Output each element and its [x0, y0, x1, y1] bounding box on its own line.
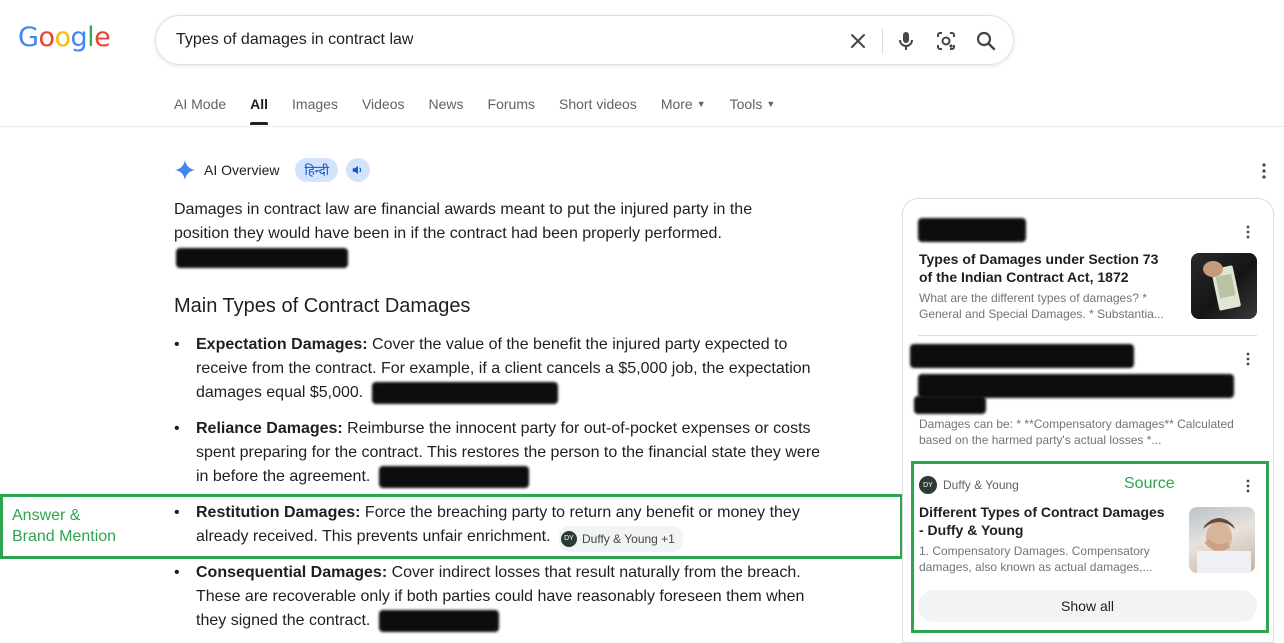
logo-letter: o [54, 22, 71, 53]
list-item: Expectation Damages: Cover the value of … [174, 333, 826, 405]
source-highlight-box [911, 461, 1269, 633]
redacted-site-name [910, 344, 1134, 368]
close-icon[interactable] [846, 29, 870, 53]
tab-label: Videos [361, 96, 405, 112]
source-title: Types of Damages under Section 73 of the… [919, 251, 1159, 285]
source-thumbnail[interactable] [1191, 253, 1257, 319]
mic-icon[interactable] [894, 29, 918, 53]
tab-label: News [428, 96, 464, 112]
source-snippet: Damages can be: * **Compensatory damages… [919, 417, 1234, 447]
logo-letter: g [70, 22, 88, 53]
logo-letter: e [94, 22, 111, 53]
tab-images[interactable]: Images [292, 96, 338, 126]
redacted-site-name [918, 218, 1026, 242]
money-image-icon [1203, 261, 1241, 311]
redacted-title [918, 374, 1234, 398]
redacted-citation [378, 465, 529, 488]
tab-tools[interactable]: Tools ▼ [730, 96, 776, 126]
source-snippet: What are the different types of damages?… [919, 291, 1164, 321]
redacted-citation [371, 381, 558, 404]
search-divider [882, 28, 883, 54]
redacted-title [914, 396, 986, 414]
logo-letter: G [18, 22, 39, 53]
search-input[interactable] [176, 31, 816, 49]
redacted-citation [176, 247, 348, 268]
ai-overview-title: AI Overview [204, 162, 280, 178]
more-options-icon[interactable] [1243, 224, 1253, 240]
item-term: Expectation Damages: [196, 336, 368, 353]
source-annotation-label: Source [1124, 475, 1175, 492]
list-item: Consequential Damages: Cover indirect lo… [174, 561, 826, 633]
answer-annotation-label: Answer & Brand Mention [12, 507, 117, 545]
chevron-down-icon: ▼ [766, 99, 776, 109]
tab-label: Tools [729, 96, 763, 112]
tab-label: Forums [487, 96, 535, 112]
ai-sparkle-icon [174, 159, 196, 181]
logo-letter: o [38, 22, 55, 53]
search-box[interactable] [155, 15, 1014, 65]
tab-label: More [660, 96, 693, 112]
google-logo[interactable]: Google [18, 22, 111, 53]
tab-ai-mode[interactable]: AI Mode [174, 96, 226, 126]
item-term: Reliance Damages: [196, 420, 343, 437]
listen-button[interactable] [346, 158, 371, 182]
item-term: Consequential Damages: [196, 564, 388, 581]
source-card-body[interactable]: Types of Damages under Section 73 of the… [919, 250, 1169, 322]
tab-label: Short videos [558, 96, 637, 112]
more-options-icon[interactable] [1243, 351, 1253, 367]
chevron-down-icon: ▼ [696, 99, 706, 109]
intro-text: Damages in contract law are financial aw… [174, 201, 753, 242]
tab-more[interactable]: More ▼ [661, 96, 706, 126]
tab-label: AI Mode [174, 96, 227, 112]
list-item: Reliance Damages: Reimburse the innocent… [174, 417, 826, 489]
answer-highlight-box [0, 494, 903, 559]
tab-news[interactable]: News [429, 96, 464, 126]
search-icon[interactable] [974, 29, 998, 53]
language-chip[interactable]: हिन्दी [295, 158, 339, 182]
tab-label: All [250, 96, 269, 112]
source-card[interactable] [918, 218, 1254, 242]
tab-forums[interactable]: Forums [488, 96, 535, 126]
tab-short-videos[interactable]: Short videos [559, 96, 637, 126]
tab-videos[interactable]: Videos [362, 96, 405, 126]
more-options-icon[interactable] [1256, 162, 1272, 180]
tab-all[interactable]: All [250, 96, 268, 126]
tab-label: Images [292, 96, 338, 112]
header-divider [0, 126, 1284, 127]
ai-overview-intro: Damages in contract law are financial aw… [174, 198, 794, 270]
speaker-icon [352, 165, 362, 175]
lens-icon[interactable] [934, 29, 958, 53]
logo-letter: l [87, 22, 95, 53]
section-heading: Main Types of Contract Damages [174, 295, 471, 317]
redacted-citation [378, 609, 499, 632]
source-card[interactable] [910, 344, 1246, 414]
search-tabs: AI Mode All Images Videos News Forums Sh… [174, 96, 799, 126]
ai-overview-header: AI Overview हिन्दी [174, 158, 371, 182]
source-divider [918, 335, 1257, 336]
